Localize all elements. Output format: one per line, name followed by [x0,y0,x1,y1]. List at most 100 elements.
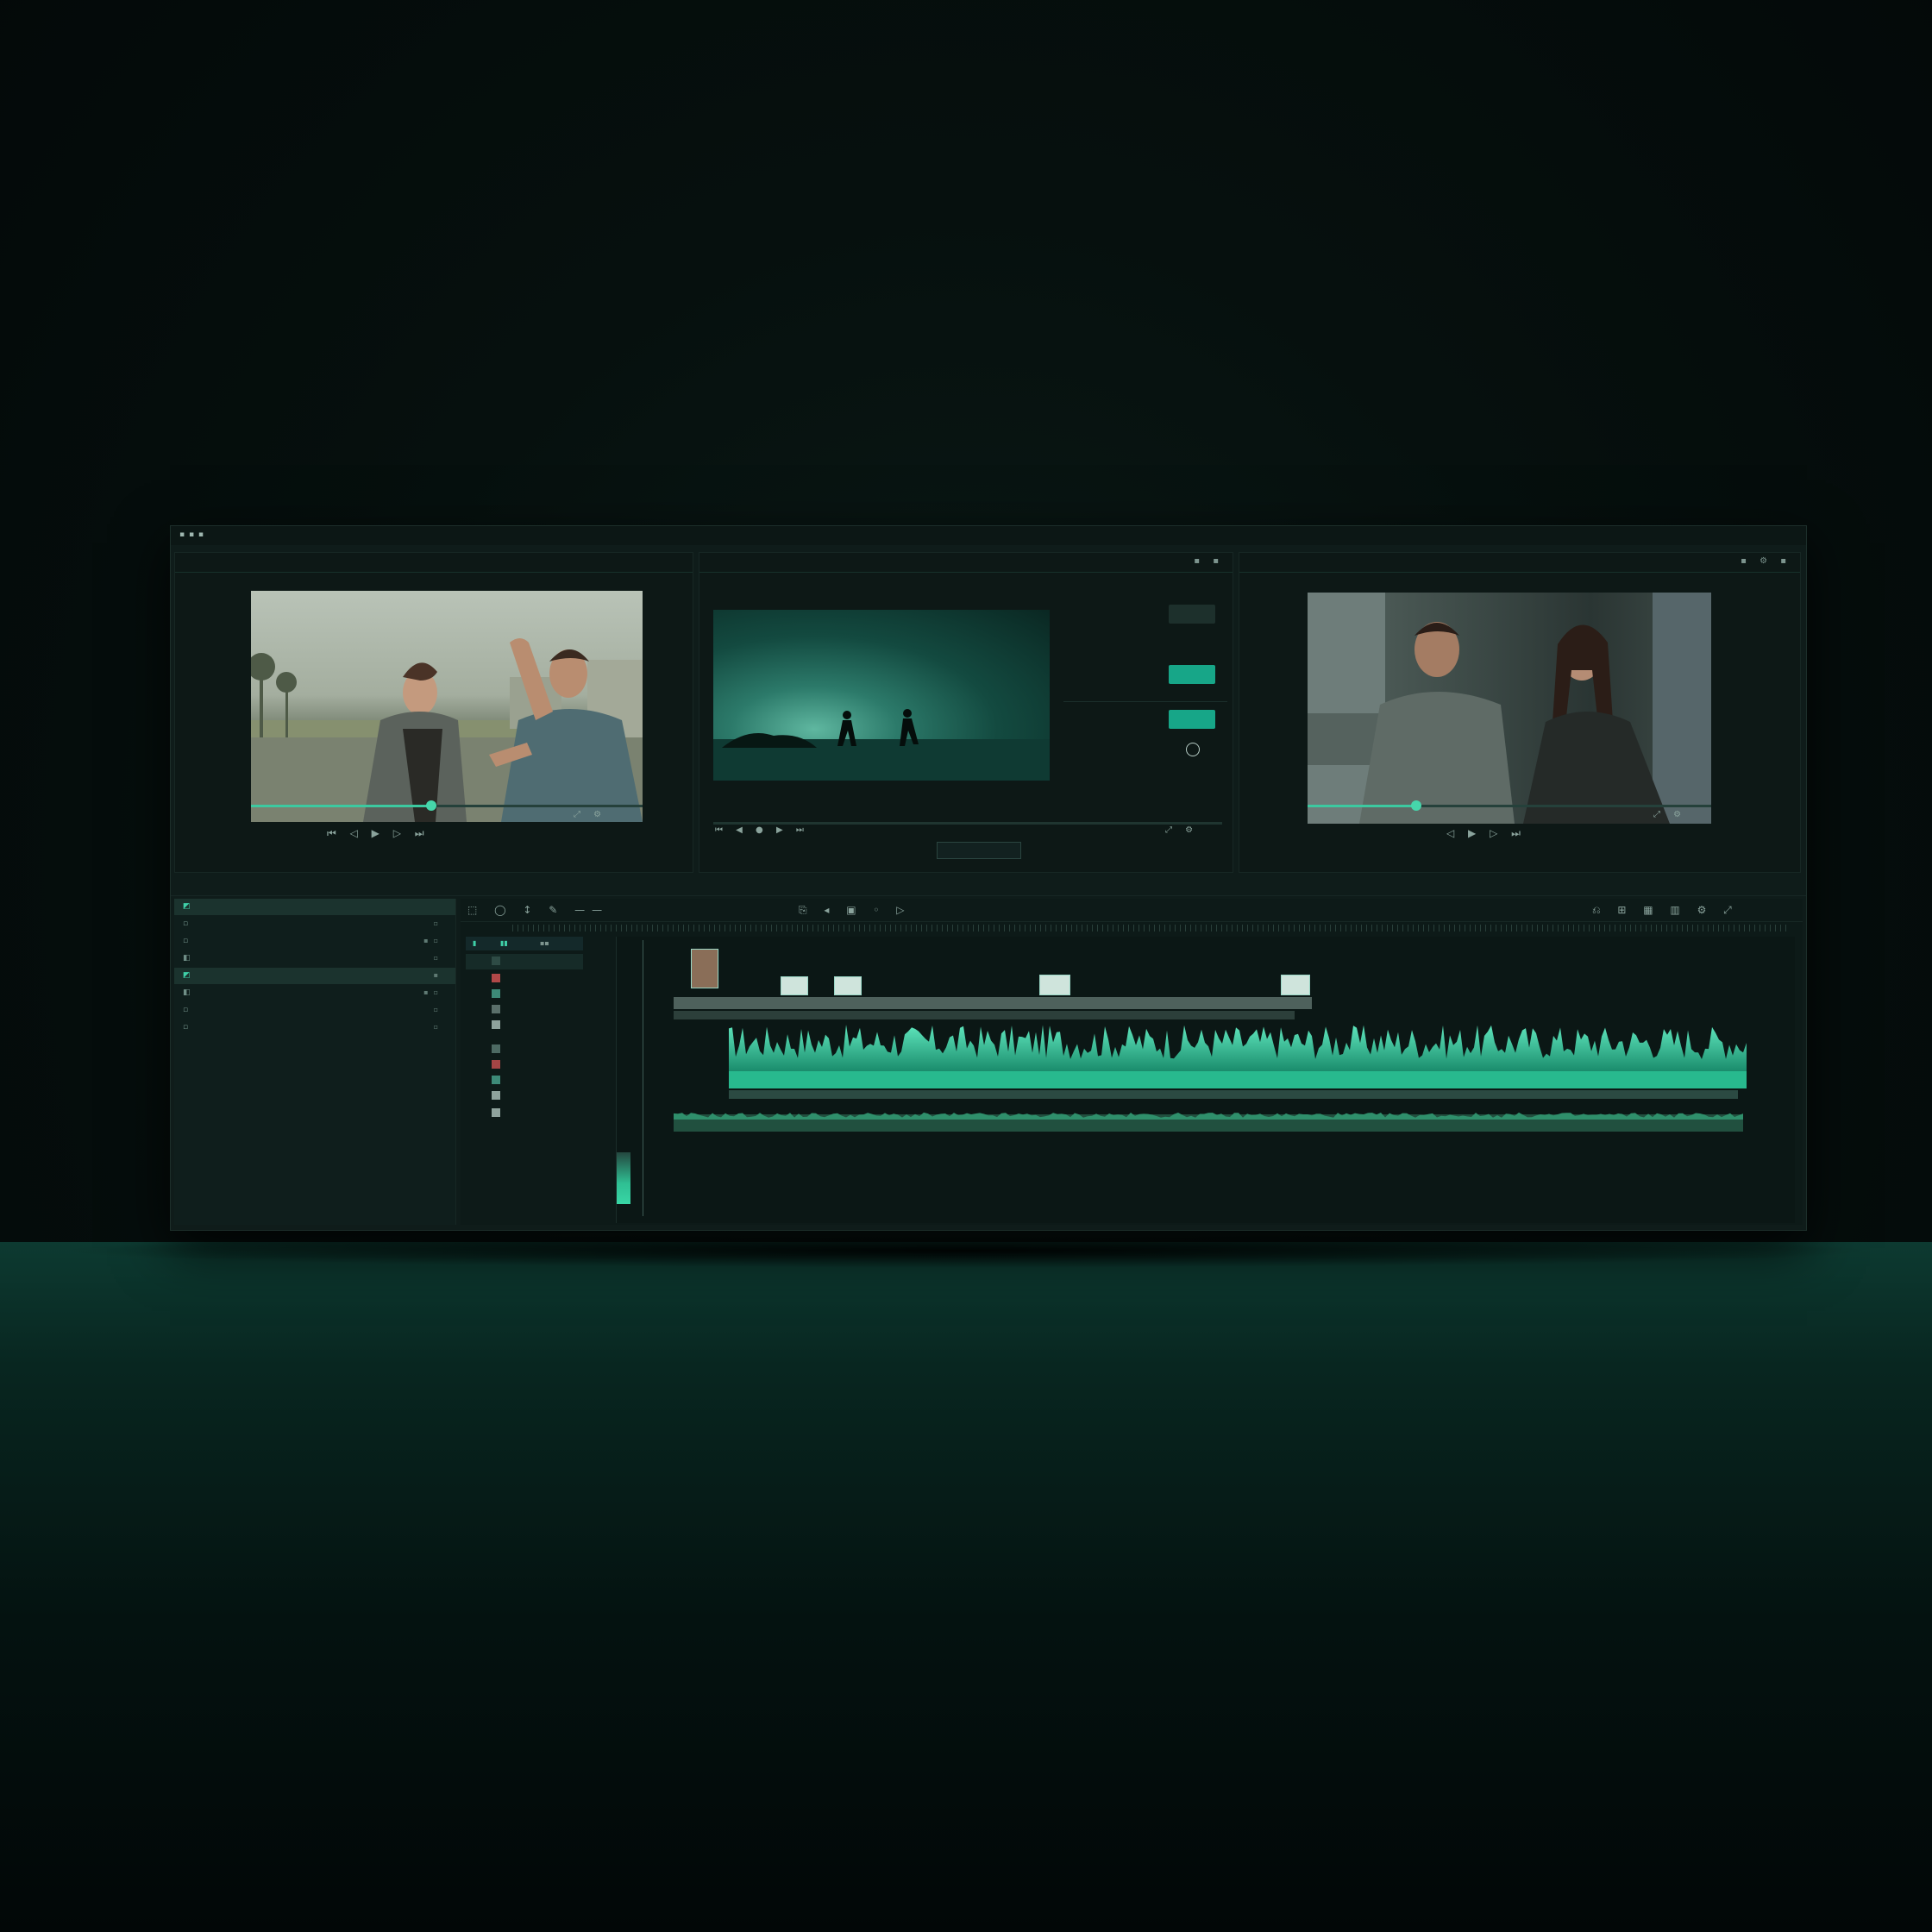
media-item[interactable] [466,1042,583,1057]
media-folder[interactable] [466,954,583,969]
source-scrub-bar[interactable] [251,800,643,811]
project-item-flag-icon[interactable]: ▪▫ [423,988,443,996]
source-video-frame[interactable] [251,591,643,822]
clip-thumbnail-icon [492,1076,500,1084]
inspector-row-2 [1063,605,1227,630]
title-bar: ▪ ▪ ▪ [171,526,1806,545]
reference-scrub-fill [1308,805,1416,807]
video-track-v1[interactable] [674,997,1312,1009]
project-item[interactable]: ▫ ▫ [174,1019,455,1036]
timeline-tools-center[interactable]: ⎘ ◂ ▣ ◦ ▷ [799,904,912,917]
project-item-flag-icon[interactable]: ▫ [434,954,443,962]
media-item[interactable] [466,1073,583,1088]
project-item-flag-icon[interactable]: ▪▫ [423,937,443,944]
program-viewer: ▪ ▪ ⏮ ◀ ● ▶ ⏭ ⤢ ⚙ [699,552,1233,873]
inspector-row-5-button[interactable] [1169,710,1215,729]
clip-thumbnail-icon [492,1005,500,1013]
media-item[interactable] [466,1057,583,1073]
inspector-row-2-button[interactable] [1169,605,1215,624]
reference-header-icons[interactable]: ▪ ⚙ ▪ [1741,556,1791,566]
timeline-tracks[interactable] [616,937,1795,1223]
project-item[interactable]: ▫ ▫ [174,916,455,932]
editor-window: ▪ ▪ ▪ ⏮ ◁ ▶ ▷ ⏭ ⤢ ⚙ ▪ ▪ ⏮ ◀ ● ▶ ⏭ ⤢ ⚙ ▪ … [170,525,1807,1231]
timeline-tools-right[interactable]: ⎌ ⊞ ▦ ▥ ⚙ ⤢ [1592,904,1739,917]
media-browser-tabs[interactable]: ▮ ▮▮ ▪▪ [466,937,583,950]
video-clip-thumbnail[interactable] [1039,975,1070,995]
media-item[interactable] [466,1088,583,1104]
project-item[interactable]: ▫ ▫ [174,1002,455,1019]
source-frame-image [251,638,643,822]
program-scrub-bar[interactable] [713,822,1222,825]
clip-thumbnail-icon [492,1044,500,1053]
project-item-flag-icon[interactable]: ▫ [434,919,443,927]
audio-waveform-a1[interactable] [729,1023,1747,1088]
media-item[interactable] [466,1002,583,1018]
project-item-flag-icon[interactable]: ▫ [434,1006,443,1013]
clip-thumbnail-icon [492,1060,500,1069]
inspector-panel [1063,579,1227,803]
inspector-row-4 [1063,665,1227,691]
clip-thumbnail-icon [492,1020,500,1029]
project-item-icon: ◩ [183,971,191,980]
reference-scrub-bar[interactable] [1308,800,1711,811]
media-browser: ▮ ▮▮ ▪▪ [466,937,586,1213]
project-item[interactable]: ◧ ▪▫ [174,985,455,1001]
inspector-row-4-button[interactable] [1169,665,1215,684]
monitor-shadow [52,1233,1880,1268]
timeline-toolbar: ⬚ ◯ ↕ ✎ —— ⎘ ◂ ▣ ◦ ▷ ⎌ ⊞ ▦ ▥ ⚙ ⤢ [461,899,1803,922]
folder-icon [492,957,500,965]
project-item[interactable]: ◩ [174,899,455,915]
media-item[interactable] [466,1106,583,1121]
inspector-divider [1063,701,1227,702]
video-clip-thumbnail[interactable] [781,976,808,995]
source-transport-controls[interactable]: ⏮ ◁ ▶ ▷ ⏭ [327,827,430,840]
reference-video-frame[interactable] [1308,593,1711,824]
audio-track-a1-lane[interactable] [729,1090,1738,1099]
render-button[interactable] [937,842,1021,859]
media-item[interactable] [466,1018,583,1033]
video-clip-thumbnail[interactable] [834,976,862,995]
audio-level-meter [617,1152,630,1204]
project-item-flag-icon[interactable]: ▫ [434,1023,443,1031]
program-view-options[interactable]: ⤢ ⚙ [1165,825,1198,835]
project-item[interactable]: ◩ ▪ [174,968,455,984]
media-tab-icon[interactable]: ▮▮ [500,939,508,947]
clip-thumbnail-icon [492,1108,500,1117]
project-item-icon: ▫ [183,919,189,928]
video-track-v2[interactable] [674,1011,1295,1019]
media-tab-icon[interactable]: ▮ [473,939,476,947]
reference-view-options[interactable]: ⤢ ⚙ [1653,810,1686,819]
program-frame-image [713,709,1050,781]
timeline-ruler[interactable] [512,925,1789,932]
project-item[interactable]: ▫ ▪▫ [174,933,455,950]
app-menu[interactable]: ▪ ▪ ▪ [179,530,204,539]
media-item[interactable] [466,987,583,1002]
program-transport-controls[interactable]: ⏮ ◀ ● ▶ ⏭ [715,825,809,835]
inspector-row-6 [1063,739,1227,765]
reference-playhead-knob[interactable] [1411,800,1421,811]
timeline-tools-left[interactable]: ⬚ ◯ ↕ ✎ —— [467,904,609,916]
reference-viewer: ▪ ⚙ ▪ ◁ ▶ ▷ ⏭ ⤢ ⚙ [1239,552,1801,873]
program-header-icons[interactable]: ▪ ▪ [1194,556,1224,566]
project-item[interactable]: ◧ ▫ [174,950,455,967]
timeline-panel: ⬚ ◯ ↕ ✎ —— ⎘ ◂ ▣ ◦ ▷ ⎌ ⊞ ▦ ▥ ⚙ ⤢ ▮ ▮▮ ▪▪ [461,899,1803,1225]
project-item-icon: ▫ [183,937,189,945]
inspector-radio-toggle[interactable] [1186,743,1200,756]
source-playhead-knob[interactable] [426,800,436,811]
project-item-flag-icon[interactable]: ▪ [434,971,443,979]
project-item-icon: ◧ [183,954,191,963]
media-tab-icon[interactable]: ▪▪ [540,939,549,947]
program-video-frame[interactable] [713,610,1050,781]
video-clip-thumbnail[interactable] [1281,975,1310,995]
project-item-icon: ◩ [183,902,191,911]
video-clip-thumbnail[interactable] [691,949,718,988]
reference-viewer-header: ▪ ⚙ ▪ [1239,553,1800,573]
floor-reflection [0,1242,1932,1932]
source-view-options[interactable]: ⤢ ⚙ [574,810,606,819]
project-item-icon: ▫ [183,1023,189,1032]
reference-frame-image [1308,593,1711,824]
media-item[interactable] [466,971,583,987]
clip-thumbnail-icon [492,989,500,998]
audio-waveform-a2[interactable] [674,1109,1743,1132]
reference-transport-controls[interactable]: ◁ ▶ ▷ ⏭ [1446,827,1526,840]
